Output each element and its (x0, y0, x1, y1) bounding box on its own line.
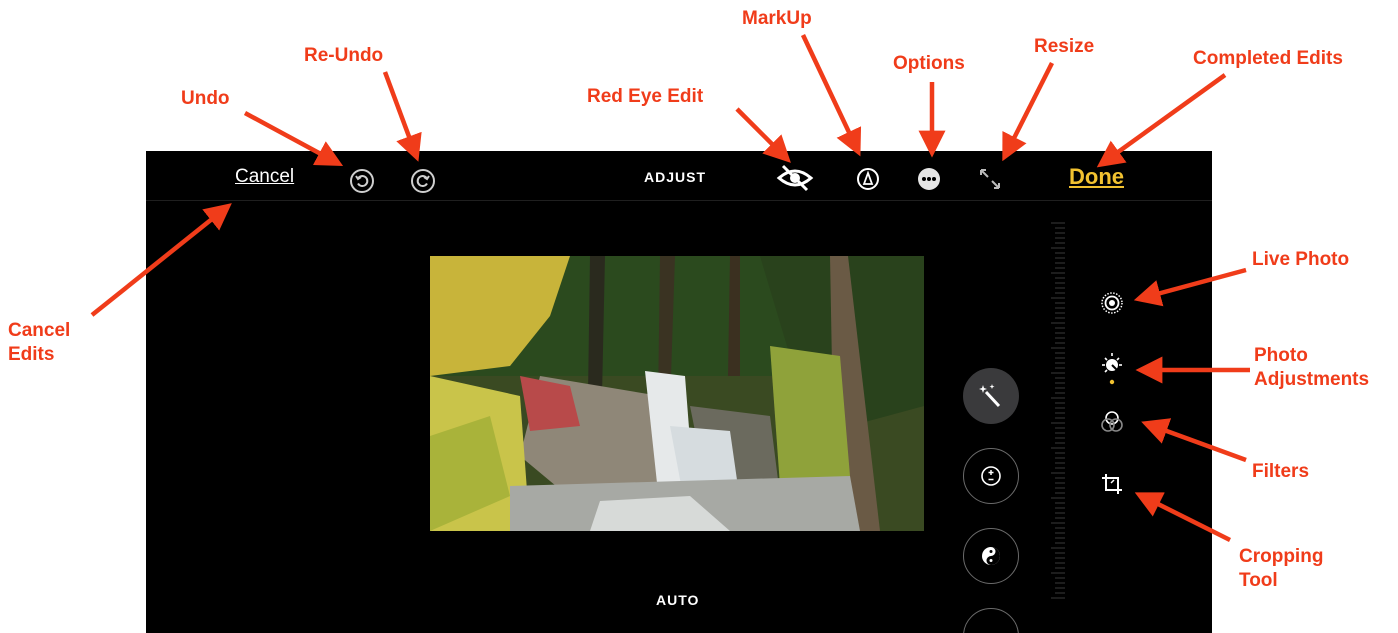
annotation-completed-edits: Completed Edits (1193, 48, 1343, 69)
annotation-markup: MarkUp (742, 8, 812, 29)
annotation-cancel-edits: Cancel Edits (8, 320, 71, 365)
annotation-cropping-tool: Cropping Tool (1239, 546, 1324, 591)
live-photo-icon[interactable] (1099, 290, 1125, 316)
adjustment-ruler[interactable] (1051, 221, 1065, 601)
cancel-button[interactable]: Cancel (235, 166, 294, 188)
undo-icon[interactable] (348, 167, 376, 195)
photo-preview (430, 256, 924, 531)
redo-icon[interactable] (409, 167, 437, 195)
annotation-live-photo: Live Photo (1252, 249, 1350, 270)
current-tool-label: AUTO (656, 592, 700, 608)
arrow-markup (800, 34, 862, 157)
auto-enhance-icon[interactable] (963, 368, 1019, 424)
annotation-undo: Undo (181, 88, 230, 109)
toolbar-divider (146, 200, 1212, 201)
exposure-icon[interactable] (963, 448, 1019, 504)
arrow-re-undo (382, 71, 422, 162)
adjust-mode-label: ADJUST (644, 169, 707, 185)
arrow-resize (1002, 61, 1055, 162)
photo-editor-screen: Cancel ADJUST Done AUTO (146, 151, 1212, 633)
annotation-filters: Filters (1252, 461, 1310, 482)
brilliance-icon[interactable] (963, 528, 1019, 584)
filters-icon[interactable] (1099, 409, 1125, 435)
next-tool-button[interactable] (963, 608, 1019, 633)
done-button[interactable]: Done (1069, 164, 1124, 190)
crop-icon[interactable] (1099, 471, 1125, 497)
resize-icon[interactable] (977, 166, 1003, 192)
annotation-red-eye: Red Eye Edit (587, 86, 704, 107)
annotation-re-undo: Re-Undo (304, 45, 384, 66)
annotation-photo-adjustments: Photo Adjustments (1254, 345, 1370, 390)
annotation-resize: Resize (1034, 36, 1095, 57)
adjust-icon[interactable] (1098, 351, 1126, 385)
red-eye-icon[interactable] (774, 163, 816, 193)
options-icon[interactable] (916, 166, 942, 192)
arrow-red-eye (735, 107, 791, 163)
annotation-options: Options (893, 53, 965, 74)
markup-icon[interactable] (855, 166, 881, 192)
arrow-completed (1096, 73, 1227, 168)
